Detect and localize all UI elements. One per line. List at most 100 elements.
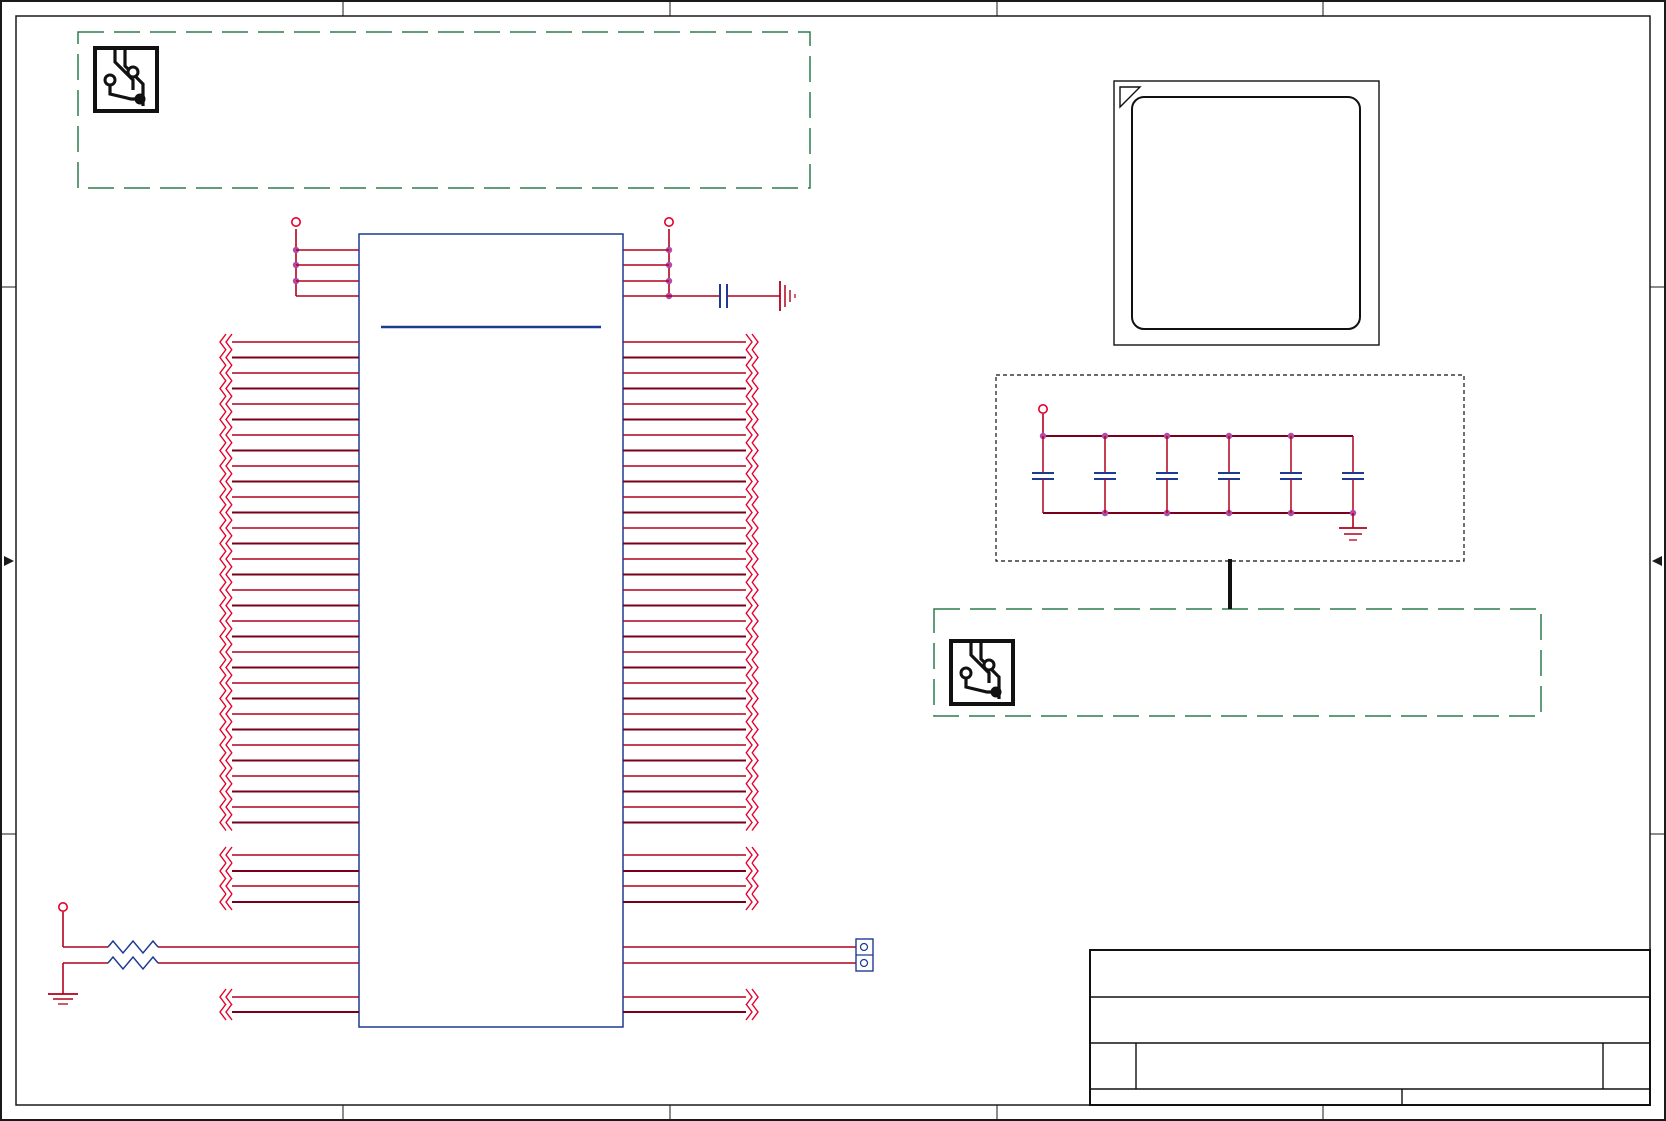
left-net-bus — [219, 333, 359, 1021]
net-port-arrow-icon — [219, 659, 233, 676]
net-port-arrow-icon — [745, 519, 759, 537]
net-port-arrow-icon — [745, 736, 759, 754]
logo-pad — [990, 686, 1002, 698]
net-port-arrow-icon — [219, 877, 233, 895]
net-port-arrow-icon — [745, 690, 759, 707]
capacitor-symbol-icon — [1280, 472, 1302, 480]
zone-arrow-left-icon — [4, 556, 14, 566]
net-port-arrow-icon — [219, 597, 233, 614]
power-port-icon — [57, 901, 68, 912]
net-port-arrow-icon — [745, 814, 759, 831]
net-port-arrow-icon — [219, 674, 233, 692]
net-port-arrow-icon — [745, 893, 759, 911]
net-port-arrow-icon — [745, 457, 759, 475]
ground-symbol-icon — [779, 281, 796, 311]
net-port-arrow-icon — [745, 846, 759, 864]
net-port-arrow-icon — [219, 535, 233, 552]
net-port-arrow-icon — [219, 814, 233, 831]
net-port-arrow-icon — [745, 473, 759, 490]
pcb-trace-logo-icon — [949, 639, 1015, 706]
net-port-arrow-icon — [745, 767, 759, 785]
net-port-arrow-icon — [745, 862, 759, 880]
net-port-arrow-icon — [219, 1003, 233, 1021]
net-port-arrow-icon — [745, 426, 759, 444]
capacitor-symbol-icon — [1218, 472, 1240, 480]
capacitor-symbol-icon — [1156, 472, 1178, 480]
net-port-arrow-icon — [745, 988, 759, 1006]
net-port-arrow-icon — [219, 643, 233, 661]
net-port-arrow-icon — [219, 364, 233, 382]
net-port-arrow-icon — [219, 783, 233, 800]
ic-body — [358, 233, 624, 1028]
package-body — [1131, 96, 1361, 330]
net-port-arrow-icon — [219, 349, 233, 366]
net-port-arrow-icon — [745, 643, 759, 661]
net-port-arrow-icon — [219, 473, 233, 490]
net-port-arrow-icon — [745, 364, 759, 382]
net-port-arrow-icon — [745, 380, 759, 397]
net-port-arrow-icon — [219, 519, 233, 537]
net-port-arrow-icon — [745, 581, 759, 599]
ic-package-outline — [1113, 80, 1380, 346]
net-port-arrow-icon — [219, 736, 233, 754]
net-port-arrow-icon — [745, 1003, 759, 1021]
net-port-arrow-icon — [219, 426, 233, 444]
net-port-arrow-icon — [219, 705, 233, 723]
net-port-arrow-icon — [745, 566, 759, 583]
net-port-arrow-icon — [219, 798, 233, 816]
main-ic-symbol[interactable] — [358, 233, 624, 1028]
resistor-symbol-icon — [107, 955, 159, 971]
net-port-arrow-icon — [745, 783, 759, 800]
design-note-bottom — [933, 559, 1542, 717]
net-port-arrow-icon — [745, 442, 759, 459]
net-port-arrow-icon — [745, 659, 759, 676]
decoupling-capacitor-block — [995, 374, 1465, 562]
net-port-arrow-icon — [219, 333, 233, 351]
net-port-arrow-icon — [219, 612, 233, 630]
net-port-arrow-icon — [745, 721, 759, 738]
net-port-arrow-icon — [745, 504, 759, 521]
net-port-arrow-icon — [219, 767, 233, 785]
net-port-arrow-icon — [745, 550, 759, 568]
schematic-sheet — [0, 0, 1666, 1121]
net-port-arrow-icon — [219, 395, 233, 413]
net-port-arrow-icon — [219, 690, 233, 707]
net-port-arrow-icon — [219, 893, 233, 911]
net-port-arrow-icon — [745, 612, 759, 630]
net-port-arrow-icon — [219, 752, 233, 769]
capacitor-symbol-icon — [1094, 472, 1116, 480]
logo-pad — [982, 658, 996, 672]
net-port-arrow-icon — [219, 988, 233, 1006]
net-port-arrow-icon — [745, 333, 759, 351]
header-pin — [859, 942, 869, 952]
title-block — [1089, 949, 1651, 1106]
net-port-arrow-icon — [219, 380, 233, 397]
capacitor-symbol-icon — [719, 284, 728, 308]
net-port-arrow-icon — [219, 411, 233, 428]
capacitor-symbol-icon — [1342, 472, 1364, 480]
title-block-border — [1089, 949, 1651, 1106]
logo-pad — [959, 666, 973, 680]
net-port-arrow-icon — [745, 628, 759, 645]
two-pin-header[interactable] — [623, 938, 874, 972]
net-port-arrow-icon — [219, 862, 233, 880]
note-border — [933, 608, 1542, 717]
net-port-arrow-icon — [745, 411, 759, 428]
right-net-bus — [623, 333, 759, 1021]
logo-pad — [103, 73, 117, 87]
logo-pad — [134, 93, 146, 105]
zone-arrow-right-icon — [1652, 556, 1662, 566]
net-port-arrow-icon — [219, 457, 233, 475]
net-port-arrow-icon — [745, 535, 759, 552]
ground-symbol-icon — [1339, 527, 1367, 541]
net-port-arrow-icon — [745, 597, 759, 614]
net-port-arrow-icon — [745, 752, 759, 769]
net-port-arrow-icon — [745, 674, 759, 692]
net-port-arrow-icon — [219, 442, 233, 459]
power-port-icon — [663, 217, 674, 228]
net-port-arrow-icon — [219, 488, 233, 506]
power-port-icon — [290, 217, 301, 228]
net-port-arrow-icon — [219, 504, 233, 521]
inner-border — [15, 15, 1651, 1106]
net-port-arrow-icon — [219, 721, 233, 738]
